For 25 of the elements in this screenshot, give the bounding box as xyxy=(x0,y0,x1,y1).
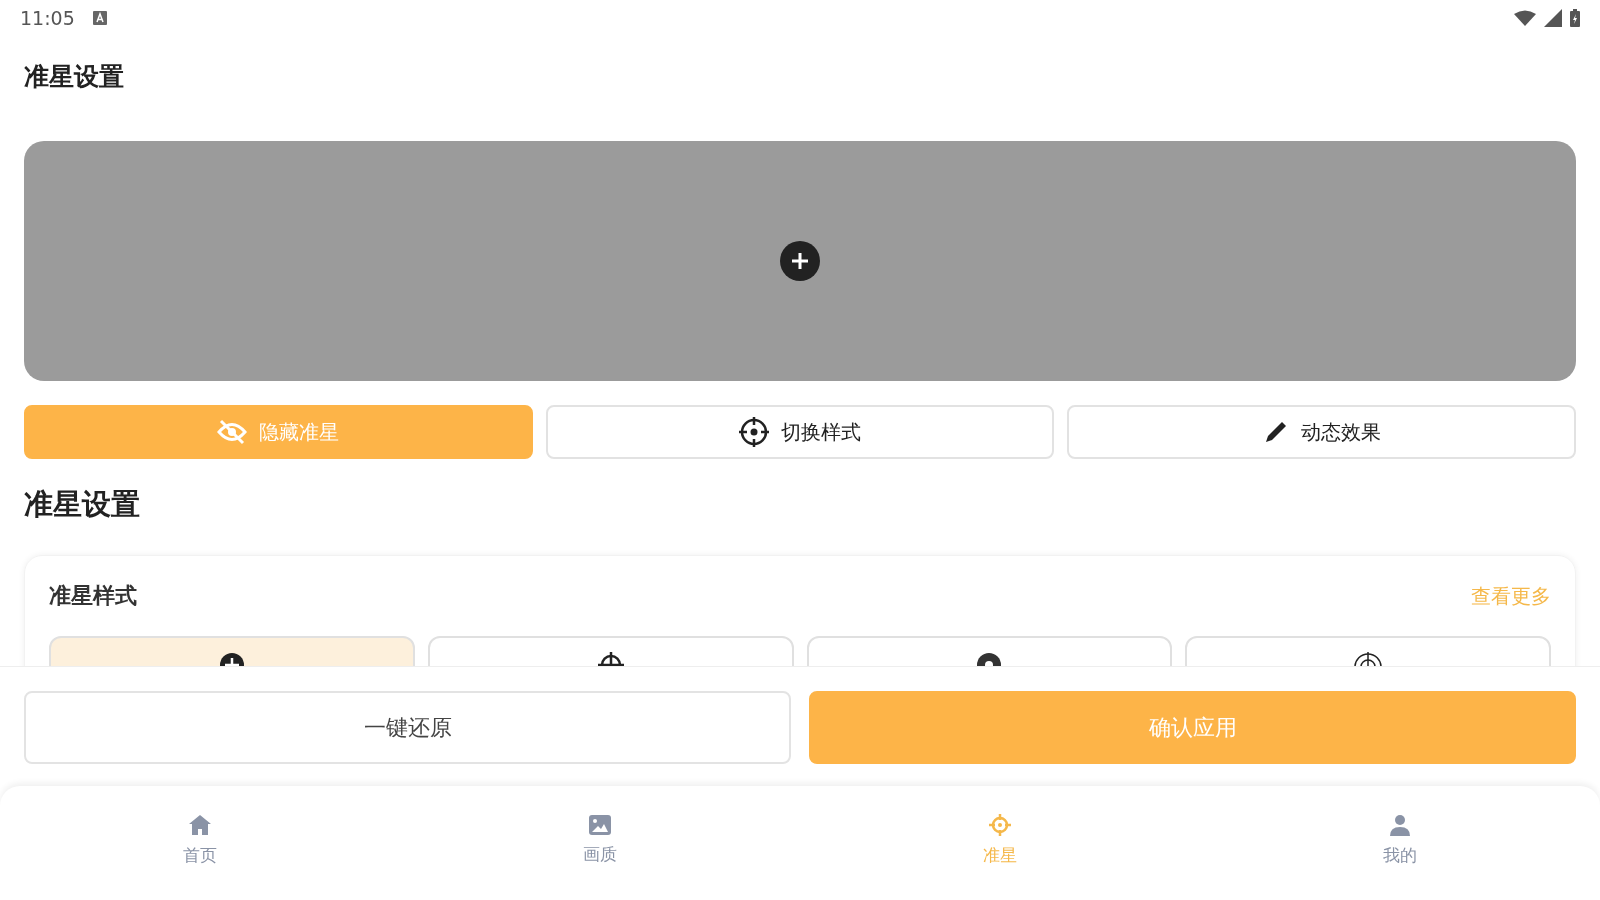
page-title: 准星设置 xyxy=(24,61,125,93)
action-button[interactable]: 隐藏准星 xyxy=(24,405,533,459)
signal-icon xyxy=(1544,9,1562,27)
image-icon xyxy=(589,814,611,835)
view-more-link[interactable]: 查看更多 xyxy=(1471,582,1551,610)
reset-button[interactable]: 一键还原 xyxy=(24,691,791,764)
eye-off-icon xyxy=(217,419,248,445)
crosshair-icon xyxy=(989,813,1011,836)
home-icon xyxy=(188,813,212,836)
action-button[interactable]: 切换样式 xyxy=(545,405,1055,459)
nav-tab[interactable]: 我的 xyxy=(1200,786,1600,900)
action-button[interactable]: 动态效果 xyxy=(1067,405,1576,459)
crosshair-icon xyxy=(739,417,769,447)
battery-icon xyxy=(1570,9,1580,27)
crosshair-icon xyxy=(780,241,820,281)
nav-tab[interactable]: 画质 xyxy=(400,786,800,900)
nav-tab[interactable]: 准星 xyxy=(800,786,1200,900)
person-icon xyxy=(1389,813,1411,836)
notification-icon xyxy=(92,11,107,25)
card-title: 准星样式 xyxy=(49,582,137,610)
wifi-icon xyxy=(1514,10,1536,26)
apply-button[interactable]: 确认应用 xyxy=(809,691,1576,764)
nav-tab[interactable]: 首页 xyxy=(0,786,400,900)
status-time: 11:05 xyxy=(20,7,75,29)
section-title: 准星设置 xyxy=(24,486,141,523)
